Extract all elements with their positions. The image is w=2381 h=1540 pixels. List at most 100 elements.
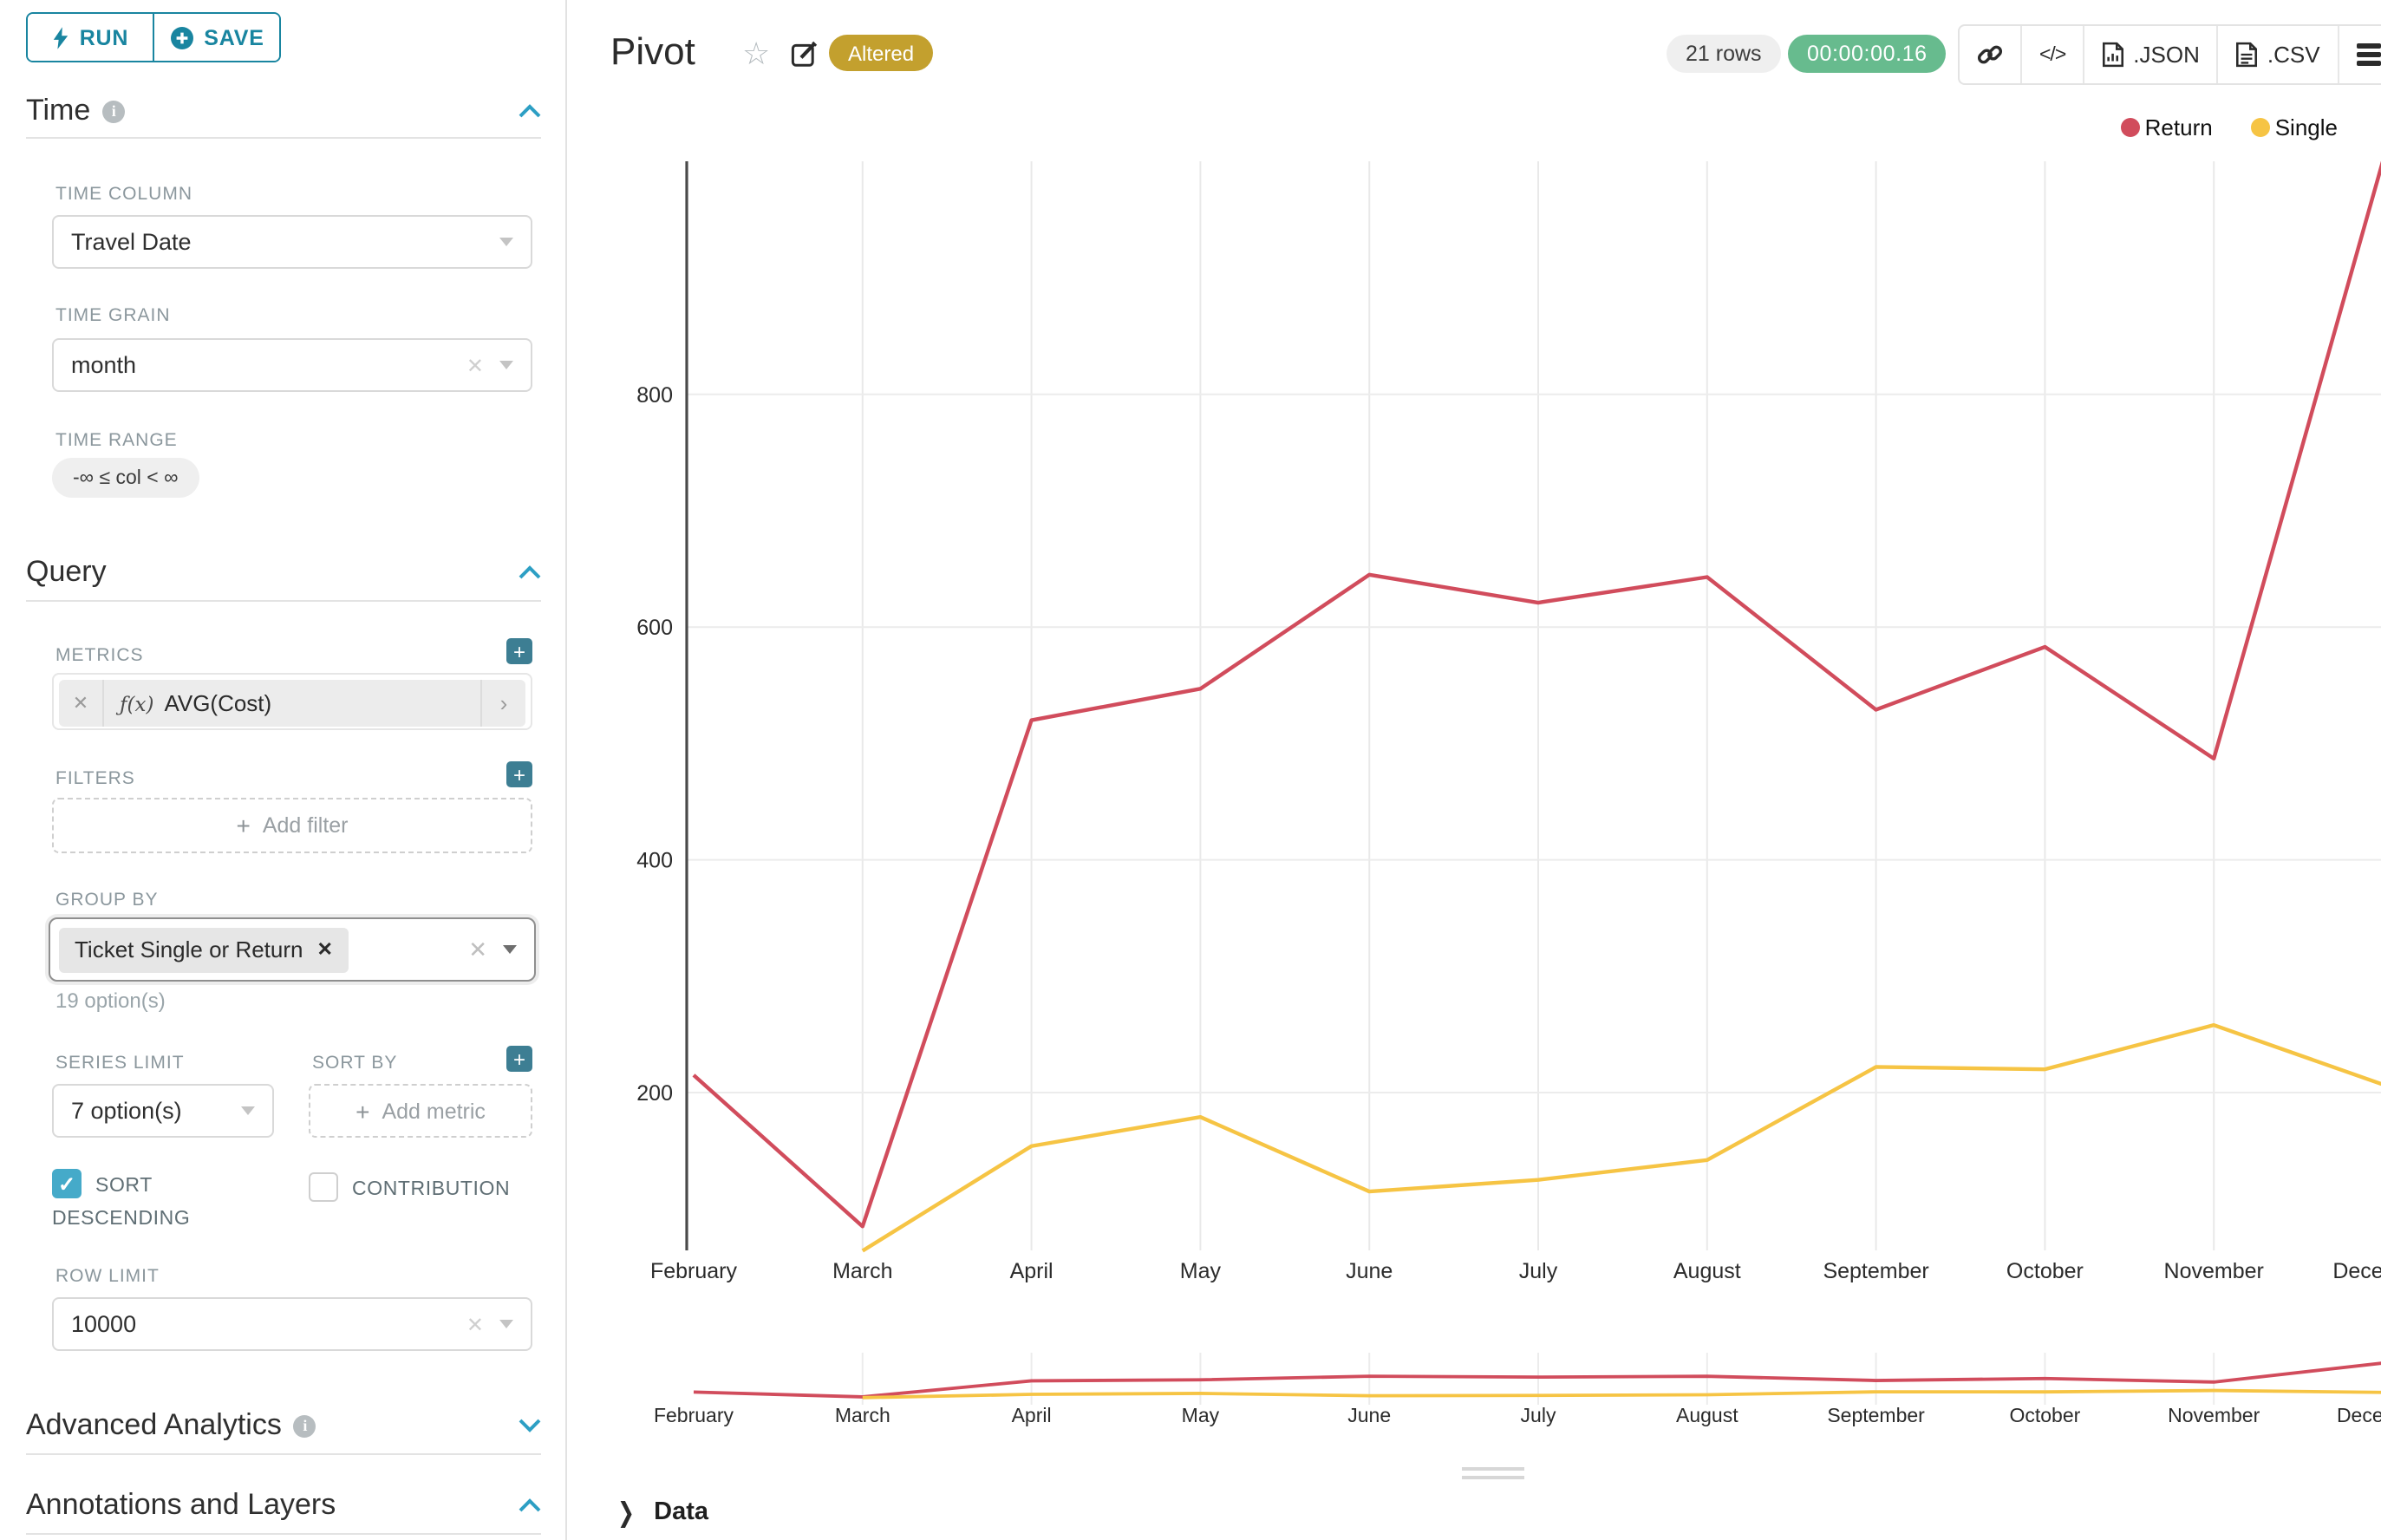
chip-label: Ticket Single or Return (75, 936, 303, 962)
export-csv-button[interactable]: .CSV (2217, 26, 2338, 83)
csv-file-icon (2236, 42, 2259, 68)
star-icon[interactable]: ☆ (742, 36, 770, 73)
group-by-select[interactable]: Ticket Single or Return ✕ ✕ (49, 917, 536, 982)
time-range-value: -∞ ≤ col < ∞ (73, 467, 178, 488)
info-icon: i (294, 1414, 316, 1437)
save-button[interactable]: SAVE (153, 14, 279, 61)
annotations-title: Annotations and Layers (26, 1488, 336, 1523)
zoom-preview-chart[interactable]: FebruaryMarchAprilMayJuneJulyAugustSepte… (607, 1353, 2381, 1439)
add-filter-plus-button[interactable]: + (506, 761, 532, 787)
export-csv-label: .CSV (2267, 42, 2320, 68)
run-label: RUN (80, 25, 129, 49)
svg-text:400: 400 (636, 849, 673, 873)
metric-box: ✕ ƒ(x) AVG(Cost) › (52, 673, 532, 730)
embed-code-button[interactable]: </> (2020, 26, 2083, 83)
chevron-up-icon[interactable] (519, 565, 541, 579)
copy-link-button[interactable] (1960, 26, 2020, 83)
time-column-select[interactable]: Travel Date (52, 215, 532, 269)
advanced-analytics-header[interactable]: Advanced Analytics i (26, 1408, 541, 1443)
row-limit-select[interactable]: 10000 ✕ (52, 1297, 532, 1351)
bolt-icon (52, 25, 69, 49)
section-divider (26, 1453, 541, 1455)
chevron-up-icon[interactable] (519, 104, 541, 118)
chevron-up-icon[interactable] (519, 1498, 541, 1512)
add-filter-button[interactable]: + Add filter (52, 798, 532, 853)
filters-label: FILTERS (55, 768, 135, 789)
group-by-chip[interactable]: Ticket Single or Return ✕ (59, 927, 349, 972)
plus-icon: + (236, 812, 250, 839)
series-limit-select[interactable]: 7 option(s) (52, 1084, 274, 1138)
svg-text:October: October (2009, 1404, 2080, 1426)
chart-title: Pivot (610, 29, 695, 75)
query-section-title: Query (26, 555, 107, 590)
hamburger-icon (2357, 43, 2381, 66)
clear-icon[interactable]: ✕ (466, 353, 484, 377)
export-json-label: .JSON (2133, 42, 2200, 68)
menu-button[interactable] (2338, 26, 2381, 83)
svg-text:March: March (832, 1259, 892, 1283)
series-limit-label: SERIES LIMIT (55, 1053, 185, 1073)
export-json-button[interactable]: .JSON (2083, 26, 2217, 83)
chevron-down-icon[interactable] (519, 1419, 541, 1432)
code-icon: </> (2039, 44, 2065, 65)
chevron-right-icon[interactable]: › (480, 680, 525, 727)
svg-text:May: May (1182, 1404, 1220, 1426)
annotations-header[interactable]: Annotations and Layers (26, 1488, 541, 1523)
svg-text:March: March (835, 1404, 890, 1426)
add-filter-label: Add filter (263, 813, 349, 838)
svg-text:200: 200 (636, 1081, 673, 1106)
svg-text:600: 600 (636, 616, 673, 640)
json-file-icon (2102, 42, 2124, 68)
sort-by-plus-button[interactable]: + (506, 1046, 532, 1072)
remove-metric-icon[interactable]: ✕ (59, 680, 104, 727)
line-chart[interactable]: 200400600800FebruaryMarchAprilMayJuneJul… (607, 95, 2381, 1330)
svg-text:June: June (1347, 1404, 1391, 1426)
unchecked-checkbox-icon[interactable] (309, 1172, 338, 1202)
time-grain-select[interactable]: month ✕ (52, 338, 532, 392)
section-divider (26, 600, 541, 602)
time-section-header[interactable]: Time i (26, 94, 541, 128)
svg-text:February: February (650, 1259, 738, 1283)
data-panel-label: Data (654, 1498, 708, 1526)
data-panel-toggle[interactable]: ❯ Data (617, 1498, 708, 1526)
row-limit-value: 10000 (71, 1311, 136, 1337)
add-metric-label: Add metric (382, 1099, 486, 1123)
svg-text:June: June (1346, 1259, 1393, 1283)
advanced-analytics-title: Advanced Analytics (26, 1408, 282, 1443)
plus-icon: + (356, 1097, 369, 1125)
remove-chip-icon[interactable]: ✕ (317, 938, 333, 961)
svg-text:August: August (1676, 1404, 1738, 1426)
save-label: SAVE (204, 25, 264, 49)
svg-text:December: December (2337, 1404, 2381, 1426)
sort-descending-control[interactable]: ✓ SORT DESCENDING (52, 1169, 257, 1235)
row-limit-label: ROW LIMIT (55, 1266, 160, 1287)
row-count-text: 21 rows (1686, 42, 1762, 66)
clear-icon[interactable]: ✕ (466, 1312, 484, 1336)
time-range-label: TIME RANGE (55, 430, 178, 451)
clear-icon[interactable]: ✕ (468, 936, 487, 963)
explore-view: RUN SAVE Time i TIME COLUMN Travel Date … (0, 0, 2381, 1540)
svg-text:November: November (2164, 1259, 2264, 1283)
svg-text:May: May (1180, 1259, 1222, 1283)
time-grain-label: TIME GRAIN (55, 305, 171, 326)
panel-resize-handle[interactable] (1462, 1467, 1524, 1485)
time-range-pill[interactable]: -∞ ≤ col < ∞ (52, 458, 199, 498)
query-timer-text: 00:00:00.16 (1807, 42, 1928, 66)
edit-icon[interactable] (791, 40, 819, 76)
query-section-header[interactable]: Query (26, 555, 541, 590)
action-buttons: RUN SAVE (26, 12, 281, 62)
export-toolbar: </> .JSON .CSV (1958, 24, 2381, 85)
metrics-label: METRICS (55, 645, 144, 666)
chevron-down-icon (241, 1106, 255, 1115)
add-sort-metric-button[interactable]: + Add metric (309, 1084, 532, 1138)
time-column-label: TIME COLUMN (55, 184, 192, 205)
svg-text:September: September (1823, 1259, 1928, 1283)
run-button[interactable]: RUN (28, 14, 153, 61)
info-icon: i (102, 100, 125, 122)
metric-pill[interactable]: ✕ ƒ(x) AVG(Cost) › (59, 680, 525, 727)
contribution-control[interactable]: CONTRIBUTION (309, 1172, 551, 1205)
altered-badge[interactable]: Altered (829, 35, 933, 71)
time-section-title: Time (26, 94, 90, 128)
add-metric-plus-button[interactable]: + (506, 638, 532, 664)
checked-checkbox-icon[interactable]: ✓ (52, 1169, 82, 1198)
